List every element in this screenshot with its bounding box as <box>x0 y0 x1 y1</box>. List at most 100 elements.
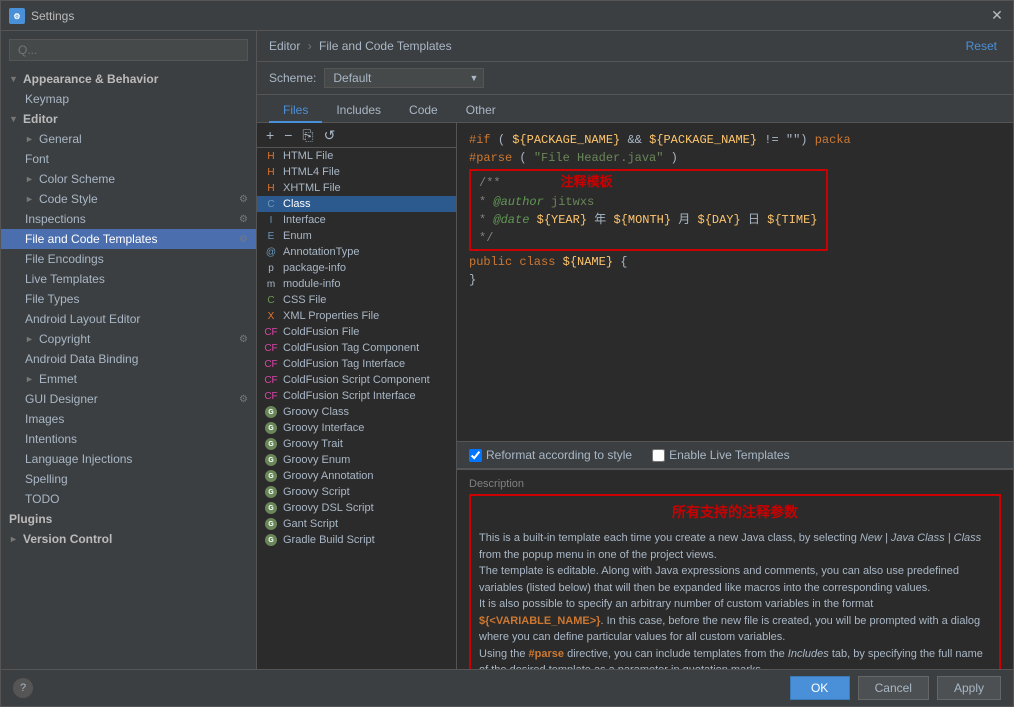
file-item-xhtml[interactable]: H XHTML File <box>257 180 456 196</box>
settings-window: ⚙ Settings ✕ Appearance & Behavior Keyma… <box>0 0 1014 707</box>
title-bar: ⚙ Settings ✕ <box>1 1 1013 31</box>
expand-arrow-vc <box>9 534 21 544</box>
sidebar-item-font[interactable]: Font <box>1 149 256 169</box>
file-item-groovy-script[interactable]: G Groovy Script <box>257 484 456 500</box>
file-item-groovy-enum[interactable]: G Groovy Enum <box>257 452 456 468</box>
sidebar-item-images[interactable]: Images <box>1 409 256 429</box>
file-item-html4[interactable]: H HTML4 File <box>257 164 456 180</box>
description-chinese-title: 所有支持的注释参数 <box>479 502 991 522</box>
sidebar-item-android-layout[interactable]: Android Layout Editor <box>1 309 256 329</box>
breadcrumb: Editor › File and Code Templates <box>269 39 962 53</box>
sidebar-item-editor[interactable]: Editor <box>1 109 256 129</box>
tab-other[interactable]: Other <box>452 99 510 123</box>
sidebar-item-emmet[interactable]: Emmet <box>1 369 256 389</box>
sidebar-item-color-scheme[interactable]: Color Scheme <box>1 169 256 189</box>
cf-script-component-icon: CF <box>263 374 279 386</box>
sidebar-item-live-templates[interactable]: Live Templates <box>1 269 256 289</box>
sidebar-item-code-style[interactable]: Code Style ⚙ <box>1 189 256 209</box>
cancel-button[interactable]: Cancel <box>858 676 929 700</box>
file-item-module-info[interactable]: m module-info <box>257 276 456 292</box>
scheme-select-wrapper: Default Project <box>324 68 484 88</box>
close-button[interactable]: ✕ <box>989 8 1005 24</box>
code-content[interactable]: #if ( ${PACKAGE_NAME} && ${PACKAGE_NAME}… <box>457 123 1013 441</box>
file-item-xml-props[interactable]: X XML Properties File <box>257 308 456 324</box>
xhtml-icon: H <box>263 182 279 194</box>
sidebar-item-todo[interactable]: TODO <box>1 489 256 509</box>
file-item-cf-script-component[interactable]: CF ColdFusion Script Component <box>257 372 456 388</box>
reset-template-button[interactable]: ↺ <box>321 127 339 143</box>
file-item-groovy-trait[interactable]: G Groovy Trait <box>257 436 456 452</box>
sidebar-item-keymap[interactable]: Keymap <box>1 89 256 109</box>
file-item-cf-tag-interface[interactable]: CF ColdFusion Tag Interface <box>257 356 456 372</box>
package-icon: p <box>263 262 279 274</box>
file-item-groovy-dsl[interactable]: G Groovy DSL Script <box>257 500 456 516</box>
code-line-4: * @author jitwxs <box>479 193 818 211</box>
module-icon: m <box>263 278 279 290</box>
copy-template-button[interactable]: ⎘ <box>299 127 316 143</box>
add-template-button[interactable]: + <box>263 127 277 143</box>
file-list-toolbar: + − ⎘ ↺ <box>257 123 456 148</box>
file-item-package-info[interactable]: p package-info <box>257 260 456 276</box>
sidebar-item-intentions[interactable]: Intentions <box>1 429 256 449</box>
file-item-cf[interactable]: CF ColdFusion File <box>257 324 456 340</box>
file-item-gradle[interactable]: G Gradle Build Script <box>257 532 456 548</box>
help-button[interactable]: ? <box>13 678 33 698</box>
file-item-annotation[interactable]: @ AnnotationType <box>257 244 456 260</box>
sidebar-item-version-control[interactable]: Version Control <box>1 529 256 549</box>
cf-tag-interface-icon: CF <box>263 358 279 370</box>
expand-arrow <box>9 74 21 84</box>
sidebar-item-inspections[interactable]: Inspections ⚙ <box>1 209 256 229</box>
groovy-dsl-icon: G <box>263 502 279 514</box>
scheme-row: Scheme: Default Project <box>257 62 1013 95</box>
file-item-interface[interactable]: I Interface <box>257 212 456 228</box>
file-item-html[interactable]: H HTML File <box>257 148 456 164</box>
file-item-groovy-annotation[interactable]: G Groovy Annotation <box>257 468 456 484</box>
search-bar <box>1 35 256 65</box>
file-item-cf-tag-component[interactable]: CF ColdFusion Tag Component <box>257 340 456 356</box>
tab-includes[interactable]: Includes <box>322 99 395 123</box>
sidebar-item-file-encodings[interactable]: File Encodings <box>1 249 256 269</box>
file-item-groovy-class[interactable]: G Groovy Class <box>257 404 456 420</box>
cf-tag-component-icon: CF <box>263 342 279 354</box>
reset-button[interactable]: Reset <box>962 37 1001 55</box>
sidebar-item-language-injections[interactable]: Language Injections <box>1 449 256 469</box>
live-templates-checkbox-label[interactable]: Enable Live Templates <box>652 448 790 462</box>
sidebar-item-android-data-binding[interactable]: Android Data Binding <box>1 349 256 369</box>
class-icon: C <box>263 198 279 210</box>
app-icon: ⚙ <box>9 8 25 24</box>
live-templates-checkbox[interactable] <box>652 449 665 462</box>
file-item-cf-script-interface[interactable]: CF ColdFusion Script Interface <box>257 388 456 404</box>
sidebar-item-spelling[interactable]: Spelling <box>1 469 256 489</box>
file-item-enum[interactable]: E Enum <box>257 228 456 244</box>
file-item-class[interactable]: C Class <box>257 196 456 212</box>
annotation-icon: @ <box>263 246 279 258</box>
code-line-9 <box>469 289 1001 307</box>
tab-code[interactable]: Code <box>395 99 452 123</box>
scheme-select[interactable]: Default Project <box>324 68 484 88</box>
ok-button[interactable]: OK <box>790 676 850 700</box>
sidebar-item-appearance[interactable]: Appearance & Behavior <box>1 69 256 89</box>
sidebar-item-plugins[interactable]: Plugins <box>1 509 256 529</box>
apply-button[interactable]: Apply <box>937 676 1001 700</box>
enum-icon: E <box>263 230 279 242</box>
interface-icon: I <box>263 214 279 226</box>
indicator-inspections: ⚙ <box>239 214 248 225</box>
expand-arrow-emmet <box>25 374 37 384</box>
sidebar-item-general[interactable]: General <box>1 129 256 149</box>
gradle-icon: G <box>263 534 279 546</box>
file-item-css[interactable]: C CSS File <box>257 292 456 308</box>
remove-template-button[interactable]: − <box>281 127 295 143</box>
tab-files[interactable]: Files <box>269 99 322 123</box>
reformat-checkbox-label[interactable]: Reformat according to style <box>469 448 632 462</box>
sidebar-item-copyright[interactable]: Copyright ⚙ <box>1 329 256 349</box>
file-item-groovy-interface[interactable]: G Groovy Interface <box>257 420 456 436</box>
search-input[interactable] <box>9 39 248 61</box>
groovy-script-icon: G <box>263 486 279 498</box>
sidebar-item-file-code-templates[interactable]: File and Code Templates ⚙ <box>1 229 256 249</box>
file-item-gant[interactable]: G Gant Script <box>257 516 456 532</box>
code-line-8: } <box>469 271 1001 289</box>
sidebar-item-file-types[interactable]: File Types <box>1 289 256 309</box>
sidebar-item-gui-designer[interactable]: GUI Designer ⚙ <box>1 389 256 409</box>
groovy-trait-icon: G <box>263 438 279 450</box>
reformat-checkbox[interactable] <box>469 449 482 462</box>
